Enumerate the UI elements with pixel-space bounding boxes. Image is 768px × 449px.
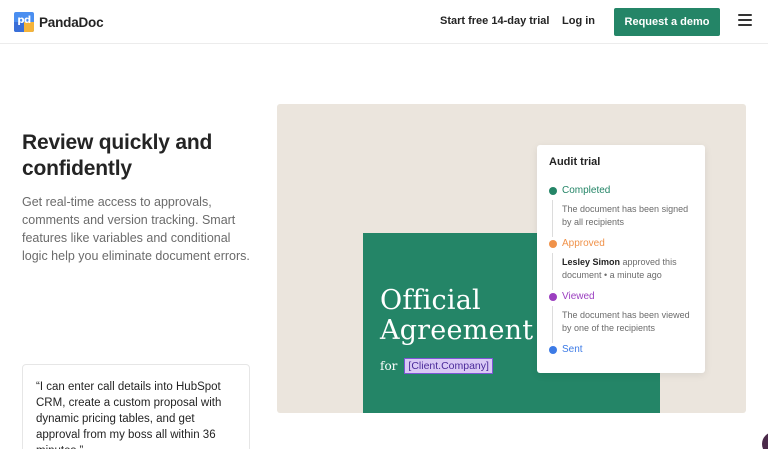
step-label: Viewed [562, 291, 595, 302]
status-dot-icon [549, 186, 557, 195]
timeline-line [552, 200, 553, 237]
start-trial-link[interactable]: Start free 14-day trial [440, 15, 549, 27]
step-label: Approved [562, 238, 605, 249]
audit-step-completed: Completed [549, 185, 610, 196]
audit-step-viewed: Viewed [549, 291, 595, 302]
hero-description: Get real-time access to approvals, comme… [22, 195, 250, 263]
status-dot-icon [549, 292, 557, 301]
login-link[interactable]: Log in [562, 15, 595, 27]
document-for-line: for [Client.Company] [380, 358, 493, 374]
audit-step-approved: Approved [549, 238, 605, 249]
approver-name: Lesley Simon [562, 257, 621, 267]
hamburger-menu-icon[interactable] [738, 14, 754, 28]
step-description: Lesley Simon approved this document • a … [562, 256, 700, 282]
testimonial-card: “I can enter call details into HubSpot C… [22, 364, 250, 449]
top-header: pd PandaDoc Start free 14-day trial Log … [0, 0, 768, 44]
step-description: The document has been signed by all reci… [562, 204, 689, 227]
audit-step-sent: Sent [549, 344, 583, 355]
pandadoc-logo[interactable]: pd PandaDoc [14, 12, 104, 32]
audit-trail-card: Audit trial Completed The document has b… [537, 145, 705, 373]
status-dot-icon [549, 345, 557, 354]
timeline-line [552, 306, 553, 343]
step-label: Sent [562, 344, 583, 355]
client-company-variable: [Client.Company] [404, 358, 493, 374]
request-demo-button[interactable]: Request a demo [614, 8, 720, 36]
status-dot-icon [549, 239, 557, 248]
pandadoc-logo-icon: pd [14, 12, 34, 32]
chat-launcher-icon[interactable] [762, 432, 768, 449]
for-label: for [380, 359, 398, 373]
timeline-line [552, 253, 553, 290]
hero-title: Review quickly and confidently [22, 131, 213, 180]
step-description: The document has been viewed by one of t… [562, 310, 690, 333]
step-label: Completed [562, 185, 611, 196]
brand-name: PandaDoc [39, 14, 104, 30]
testimonial-text: “I can enter call details into HubSpot C… [36, 381, 222, 449]
audit-title: Audit trial [549, 156, 601, 168]
